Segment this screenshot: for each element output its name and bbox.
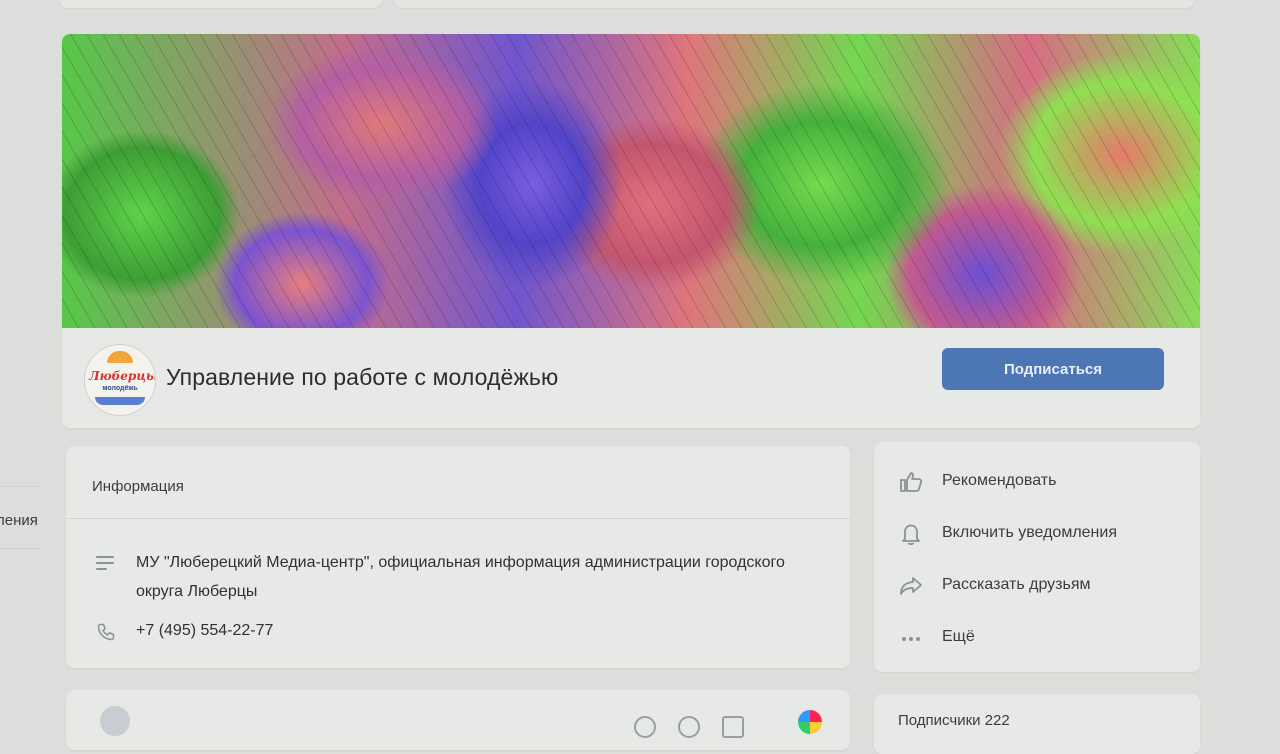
- composer-poster-icon[interactable]: [798, 710, 822, 734]
- subscribers-card: Подписчики 222: [874, 694, 1200, 754]
- user-avatar[interactable]: [100, 706, 130, 736]
- logo-subtext: молодёжь: [102, 385, 138, 392]
- notifications-action[interactable]: Включить уведомления: [874, 510, 1200, 554]
- phone-icon: [97, 623, 115, 641]
- group-avatar[interactable]: Люберцы молодёжь: [84, 344, 156, 416]
- composer-tool-icon[interactable]: [634, 716, 656, 738]
- info-card: Информация МУ "Люберецкий Медиа-центр", …: [66, 446, 850, 668]
- sidebar-divider: [0, 486, 40, 487]
- share-action[interactable]: Рассказать друзьям: [874, 562, 1200, 606]
- description-icon: [96, 556, 114, 570]
- cover-image-texture: [62, 34, 1200, 328]
- composer-tool-icon[interactable]: [678, 716, 700, 738]
- top-card-left: [60, 0, 382, 8]
- more-action[interactable]: Ещё: [874, 614, 1200, 658]
- group-header-card: Люберцы молодёжь Управление по работе с …: [62, 34, 1200, 428]
- sidebar-partial-item[interactable]: ления: [0, 512, 38, 529]
- thumbs-up-icon: [900, 472, 923, 492]
- share-icon: [900, 577, 922, 595]
- subscribe-button[interactable]: Подписаться: [942, 348, 1164, 390]
- top-card-right: [394, 0, 1194, 8]
- group-phone[interactable]: +7 (495) 554-22-77: [136, 622, 273, 640]
- recommend-action[interactable]: Рекомендовать: [874, 458, 1200, 502]
- more-label: Ещё: [942, 628, 975, 645]
- notifications-label: Включить уведомления: [942, 524, 1117, 541]
- bell-icon: [902, 524, 920, 546]
- logo-sun: [107, 351, 133, 363]
- logo-text: Люберцы: [89, 369, 156, 383]
- group-description: МУ "Люберецкий Медиа-центр", официальная…: [136, 554, 785, 600]
- group-title: Управление по работе с молодёжью: [166, 364, 559, 390]
- info-divider: [66, 518, 850, 519]
- recommend-label: Рекомендовать: [942, 472, 1057, 489]
- info-header: Информация: [92, 478, 184, 495]
- logo-wave: [95, 397, 145, 405]
- subscribers-label[interactable]: Подписчики 222: [898, 712, 1010, 729]
- share-label: Рассказать друзьям: [942, 576, 1091, 593]
- actions-card: Рекомендовать Включить уведомления Расск…: [874, 442, 1200, 672]
- sidebar-divider: [0, 548, 40, 549]
- more-icon: [902, 637, 920, 641]
- composer-tool-icon[interactable]: [722, 716, 744, 738]
- post-composer-card: [66, 690, 850, 750]
